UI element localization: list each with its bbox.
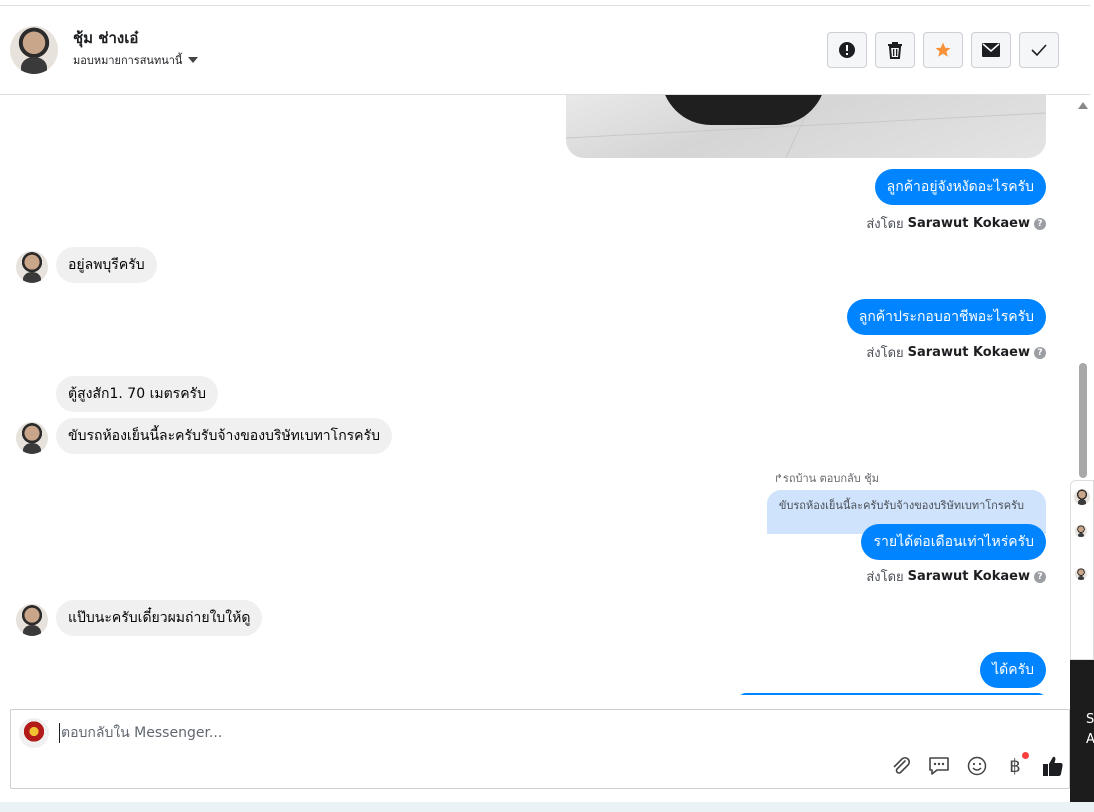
outgoing-message[interactable]: ลูกค้าอยู่จังหงัดอะไรครับ [874,169,1046,205]
contact-name[interactable]: ชุ้ม ช่างเอ๋ [73,26,138,50]
baht-icon: ฿ [1009,755,1021,777]
attach-button[interactable] [889,754,913,778]
bottom-bar [0,802,1094,812]
mark-done-button[interactable] [1019,32,1059,68]
reply-arrow-icon: ↱ [773,472,783,485]
star-icon [935,42,951,57]
trash-icon [888,42,902,59]
contact-avatar[interactable] [10,26,58,74]
sent-by-line: ส่งโดย Sarawut Kokaew ? [866,566,1046,587]
mark-spam-button[interactable] [827,32,867,68]
dark-popup[interactable]: S A [1070,660,1094,812]
saved-reply-button[interactable] [927,754,951,778]
page-avatar [19,718,49,748]
saved-reply-icon [929,757,949,775]
chat-list-panel[interactable] [1070,480,1094,660]
assign-label: มอบหมายการสนทนานี้ [73,54,183,67]
sent-by-line: ส่งโดย Sarawut Kokaew ? [866,213,1046,234]
like-button[interactable] [1041,754,1065,778]
alert-icon [839,42,855,58]
outgoing-message-partial [738,693,1046,695]
reply-input[interactable] [59,723,659,743]
header-actions [827,32,1059,68]
mark-unread-button[interactable] [971,32,1011,68]
incoming-message[interactable]: ขับรถห้องเย็นนี้ละครับรับจ้างของบริษัทเบ… [56,418,392,454]
chat-avatar[interactable] [1075,568,1087,580]
emoji-button[interactable] [965,754,989,778]
incoming-message[interactable]: ตู้สูงสัก1. 70 เมตรครับ [56,376,218,412]
sent-by-line: ส่งโดย Sarawut Kokaew ? [866,342,1046,363]
help-icon[interactable]: ? [1034,217,1046,230]
composer-tools: ฿ [889,752,1065,778]
photo-attachment[interactable] [566,95,1046,158]
sender-name[interactable]: Sarawut Kokaew [908,569,1030,584]
outgoing-message[interactable]: ลูกค้าประกอบอาชีพอะไรครับ [846,299,1046,335]
contact-mini-avatar [16,422,48,454]
outgoing-message[interactable]: รายได้ต่อเดือนเท่าไหร่ครับ [861,524,1046,560]
incoming-message[interactable]: แป๊บนะครับเดี๋ยวผมถ่ายใบให้ดู [56,600,263,636]
popup-text-line: A [1086,732,1094,747]
outgoing-message[interactable]: ได้ครับ [980,652,1046,688]
check-icon [1031,44,1047,57]
attach-icon [893,756,911,774]
reply-label-text: รถบ้าน ตอบกลับ ชุ้ม [782,472,879,485]
emoji-icon [967,756,987,776]
sent-by-prefix: ส่งโดย [866,217,904,232]
reply-label: ↱รถบ้าน ตอบกลับ ชุ้ม [774,469,879,487]
envelope-icon [982,43,1000,57]
sender-name[interactable]: Sarawut Kokaew [908,345,1030,360]
chat-avatar[interactable] [1074,489,1090,505]
sent-by-prefix: ส่งโดย [866,570,904,585]
floor-tile-line [566,112,1046,139]
help-icon[interactable]: ? [1034,346,1046,359]
side-panel: S A [1070,480,1094,812]
conversation-header: ชุ้ม ช่างเอ๋ มอบหมายการสนทนานี้ [0,6,1090,95]
payment-button[interactable]: ฿ [1003,752,1029,778]
popup-text-line: S [1086,712,1094,727]
star-button[interactable] [923,32,963,68]
incoming-message[interactable]: อยู่ลพบุรีครับ [56,247,157,283]
notification-dot [1022,752,1029,759]
sent-by-prefix: ส่งโดย [866,346,904,361]
scroll-up-arrow-icon[interactable] [1078,102,1088,109]
message-thread[interactable]: ลูกค้าอยู่จังหงัดอะไรครับ ส่งโดย Sarawut… [0,95,1070,695]
chat-avatar[interactable] [1075,525,1087,537]
assign-conversation-dropdown[interactable]: มอบหมายการสนทนานี้ [73,51,199,69]
delete-button[interactable] [875,32,915,68]
contact-mini-avatar [16,251,48,283]
help-icon[interactable]: ? [1034,570,1046,583]
chevron-down-icon [188,57,199,63]
like-icon [1043,756,1063,776]
sender-name[interactable]: Sarawut Kokaew [908,216,1030,231]
scroll-thumb[interactable] [1079,363,1087,478]
reply-composer: ฿ [10,709,1070,789]
contact-mini-avatar [16,604,48,636]
